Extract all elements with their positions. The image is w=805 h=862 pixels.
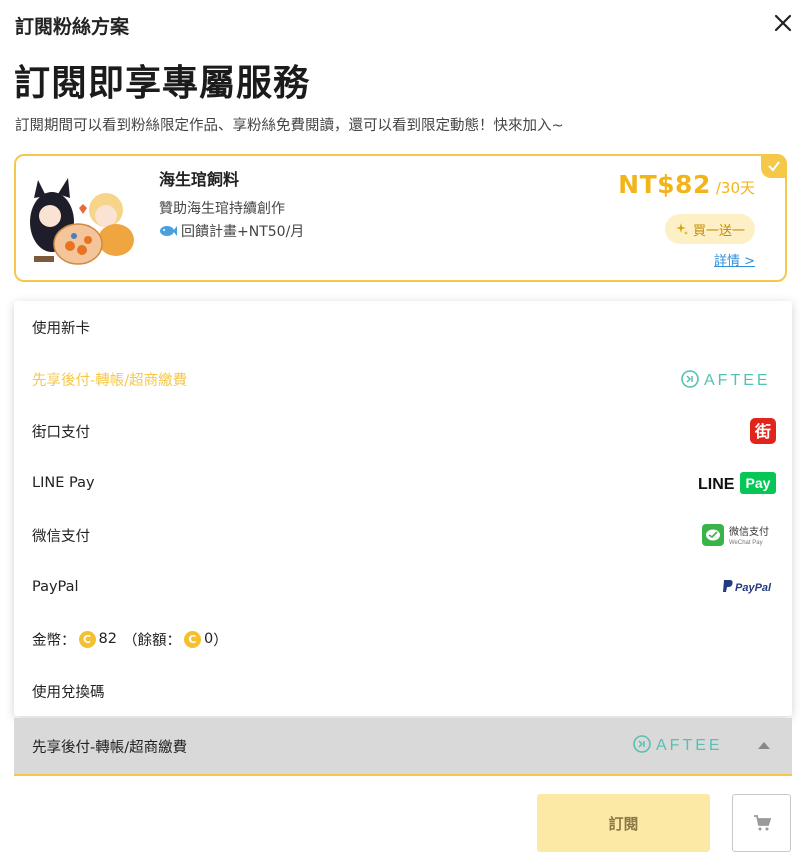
payment-option-jkopay[interactable]: 街口支付 街	[14, 405, 792, 457]
add-to-cart-button[interactable]	[732, 794, 791, 852]
plan-description: 贊助海生琯持續創作	[159, 201, 285, 217]
payment-option-coins[interactable]: 金幣： C 82 （餘額： C 0 ）	[14, 613, 792, 665]
paypal-logo: PayPal	[722, 578, 776, 596]
svg-text:PayPal: PayPal	[735, 582, 772, 594]
jkopay-logo: 街	[750, 418, 776, 444]
coin-icon: C	[183, 630, 201, 648]
svg-text:街: 街	[754, 422, 771, 441]
hero-description: 訂閱期間可以看到粉絲限定作品、享粉絲免費閱讀，還可以看到限定動態！快來加入~	[15, 118, 564, 134]
balance-suffix: ）	[213, 632, 228, 649]
svg-text:LINE: LINE	[698, 476, 735, 493]
plan-price: NT$82 /30天	[618, 170, 755, 199]
sparkle-icon	[675, 223, 688, 235]
close-icon[interactable]	[768, 8, 798, 38]
selected-check-icon	[761, 154, 787, 178]
svg-text:Pay: Pay	[746, 475, 771, 491]
payment-option-aftee[interactable]: 先享後付-轉帳/超商繳費 AFTEE	[14, 353, 792, 405]
price-period: /30天	[715, 179, 755, 197]
linepay-logo: LINE Pay	[698, 471, 776, 495]
payment-option-wechatpay[interactable]: 微信支付 微信支付 WeChat Pay	[14, 509, 792, 561]
payment-option-label: 街口支付	[32, 424, 90, 441]
svg-text:微信支付: 微信支付	[729, 525, 769, 538]
close-button[interactable]	[768, 8, 798, 38]
payment-option-redeem-code[interactable]: 使用兌換碼	[14, 665, 792, 717]
coin-amount: 82	[98, 631, 117, 647]
payment-option-label: 先享後付-轉帳/超商繳費	[32, 372, 188, 389]
fish-icon	[160, 226, 177, 236]
details-link[interactable]: 詳情 >	[714, 250, 755, 269]
payment-option-label: LINE Pay	[32, 475, 95, 491]
promo-text: 買一送一	[692, 223, 745, 239]
subscribe-button[interactable]: 訂閱	[537, 794, 710, 852]
coin-icon: C	[78, 630, 96, 648]
plan-reward: 回饋計畫+NT50/月	[159, 221, 304, 241]
aftee-logo: AFTEE	[632, 733, 732, 759]
wechatpay-logo: 微信支付 WeChat Pay	[702, 523, 776, 547]
price-amount: NT$82	[618, 170, 711, 199]
aftee-logo: AFTEE	[680, 368, 776, 390]
payment-option-label: 微信支付	[32, 528, 90, 545]
hero-title: 訂閱即享專屬服務	[14, 63, 311, 104]
plan-reward-text: 回饋計畫+NT50/月	[181, 224, 305, 240]
payment-option-label: 使用兌換碼	[32, 684, 105, 701]
svg-text:AFTEE: AFTEE	[704, 372, 771, 389]
payment-option-label: PayPal	[32, 579, 79, 595]
balance-amount: 0	[203, 631, 214, 647]
payment-dropdown-menu: 使用新卡 先享後付-轉帳/超商繳費 AFTEE 街口支付 街 LINE Pay …	[14, 301, 792, 716]
balance-prefix: （餘額：	[122, 632, 181, 649]
payment-option-paypal[interactable]: PayPal PayPal	[14, 561, 792, 613]
coin-label-prefix: 金幣：	[32, 632, 76, 649]
payment-method-select[interactable]: 先享後付-轉帳/超商繳費 AFTEE	[14, 718, 792, 776]
plan-card[interactable]: 海生琯飼料 贊助海生琯持續創作 回饋計畫+NT50/月 NT$82 /30天 買…	[14, 154, 787, 282]
svg-text:AFTEE: AFTEE	[656, 737, 723, 754]
cart-icon	[753, 815, 771, 831]
caret-up-icon[interactable]	[758, 742, 770, 749]
plan-name: 海生琯飼料	[159, 170, 240, 189]
payment-option-linepay[interactable]: LINE Pay LINE Pay	[14, 457, 792, 509]
selected-payment-label: 先享後付-轉帳/超商繳費	[32, 739, 188, 756]
payment-option-new-card[interactable]: 使用新卡	[14, 301, 792, 353]
dialog-title: 訂閱粉絲方案	[15, 16, 130, 38]
promo-badge: 買一送一	[664, 214, 755, 244]
payment-option-label: 使用新卡	[32, 320, 90, 337]
svg-text:WeChat Pay: WeChat Pay	[729, 540, 763, 546]
plan-thumbnail	[24, 170, 140, 270]
